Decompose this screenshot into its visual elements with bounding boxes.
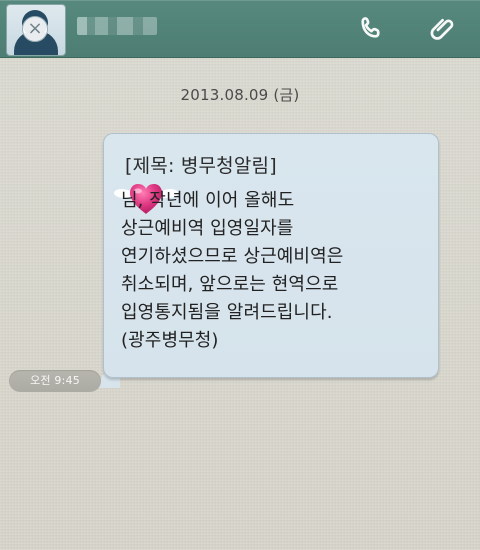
call-button[interactable]: [353, 10, 389, 46]
close-icon[interactable]: ×: [22, 16, 48, 42]
paperclip-icon: [430, 18, 454, 40]
attach-button[interactable]: [424, 10, 460, 46]
message-body: 님, 작년에 이어 올해도 상근예비역 입영일자를 연기하셨으므로 상근예비역은…: [121, 190, 344, 351]
message-title: [제목: 병무청알림]: [125, 155, 277, 177]
contact-name: [77, 17, 157, 35]
chat-screen: × 2013.08.09 (금) [제목: 병무청알림] 님, 작년에 이어 올…: [0, 0, 480, 550]
date-separator: 2013.08.09 (금): [180, 86, 300, 104]
message-time: 오전 9:45: [9, 370, 101, 392]
phone-icon: [361, 17, 380, 38]
contact-avatar[interactable]: ×: [6, 4, 66, 56]
top-bar: ×: [0, 0, 480, 58]
